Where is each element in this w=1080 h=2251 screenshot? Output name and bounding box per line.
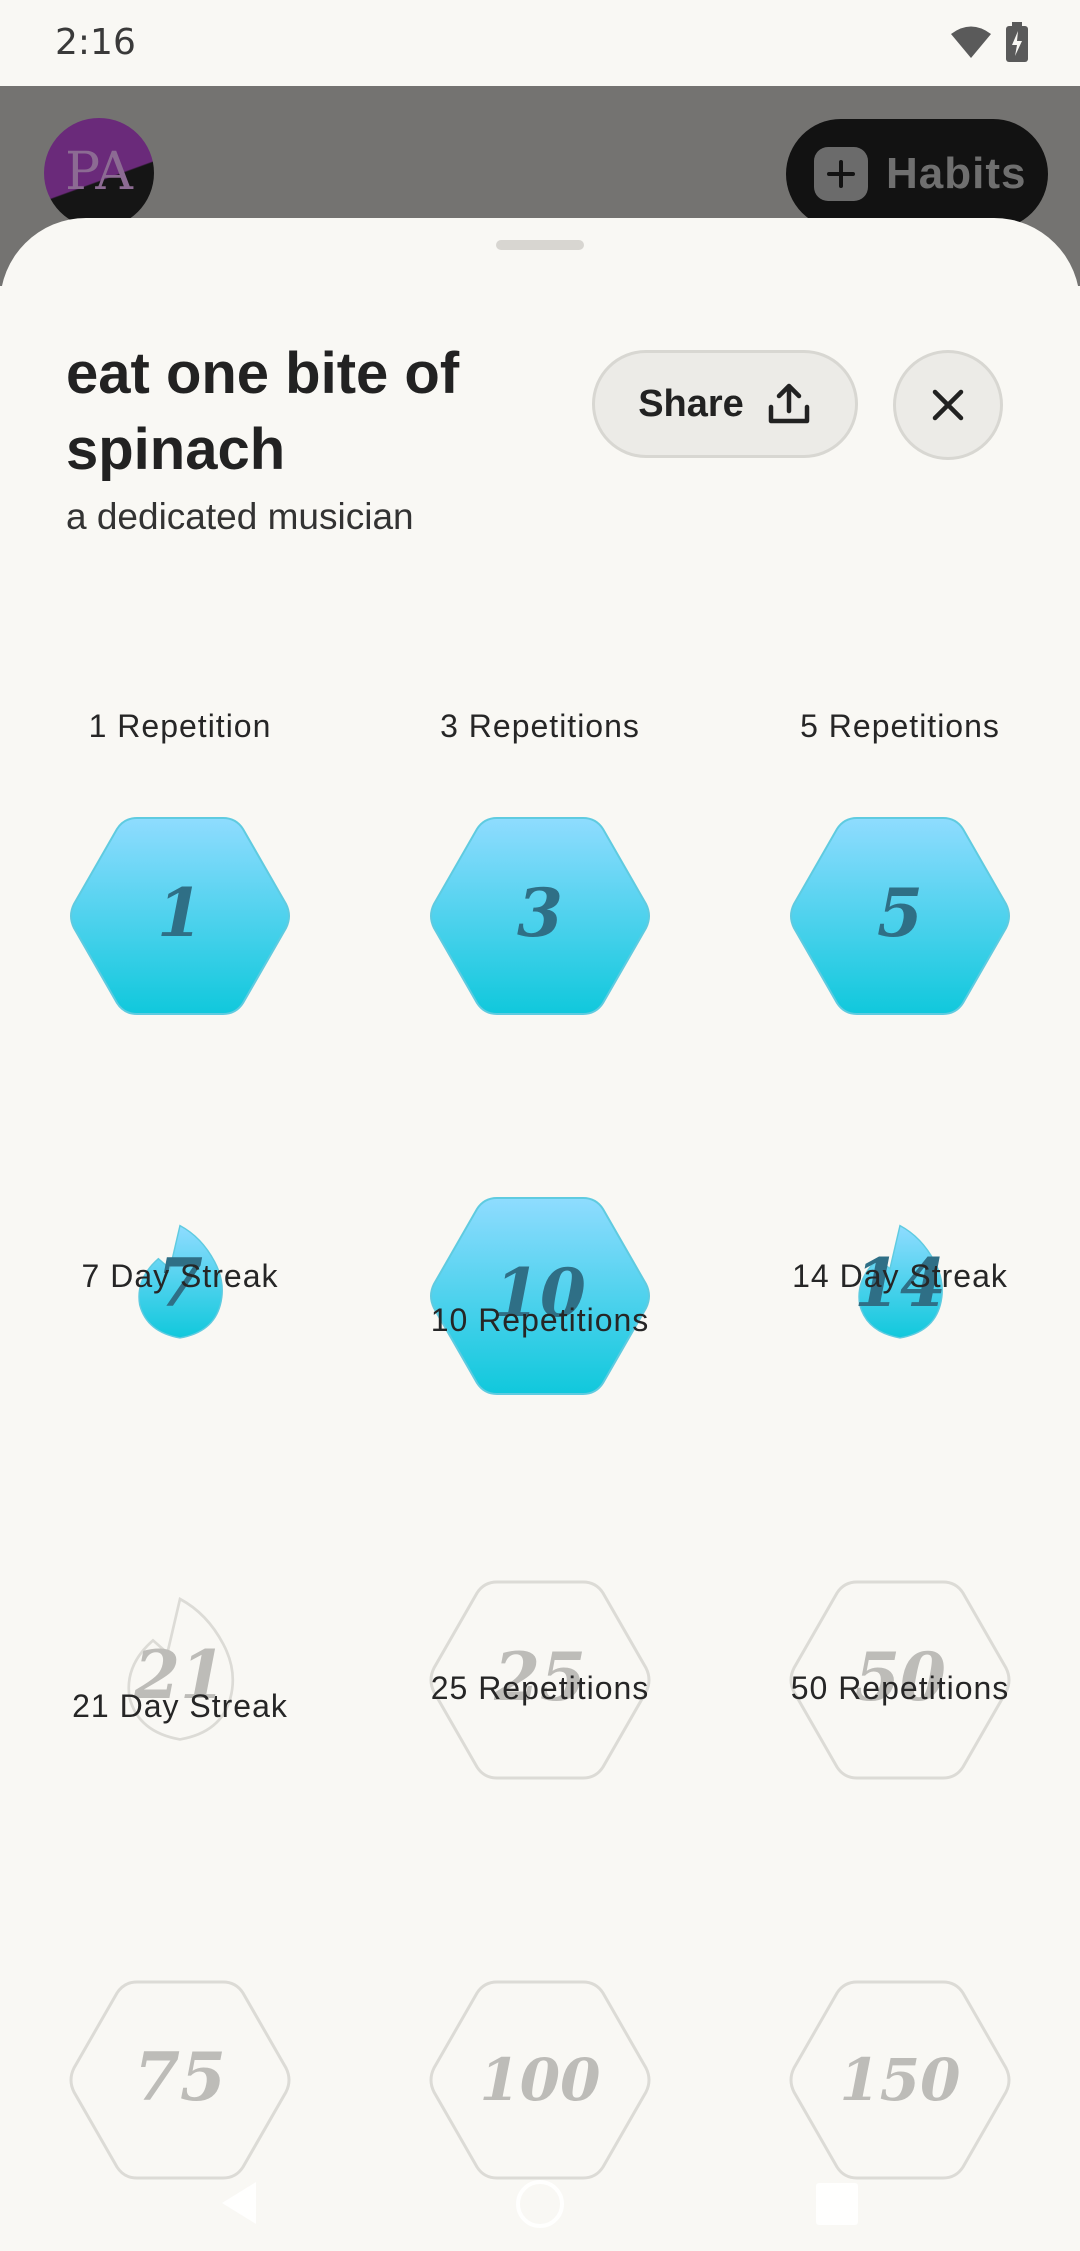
badge-14[interactable]: 14 14 Day Streak	[780, 1194, 1020, 1404]
recents-icon[interactable]	[816, 2183, 858, 2225]
badge-7[interactable]: 77 Day Streak	[60, 1194, 300, 1404]
badge-number: 3	[517, 874, 563, 952]
avatar-initials: PA	[65, 142, 133, 202]
flame-badge-icon: 21	[127, 1596, 235, 1741]
badge-number: 75	[134, 2038, 226, 2116]
plus-icon	[814, 147, 868, 201]
status-icons	[950, 22, 1028, 62]
badge-number: 150	[839, 2046, 960, 2114]
badge-1[interactable]: 1 1 Repetition	[60, 708, 300, 1024]
badge-label: 50 Repetitions	[790, 1670, 1010, 1706]
hexagon-badge-icon: 100	[429, 1980, 651, 2180]
hexagon-badge-icon: 75	[69, 1980, 291, 2180]
close-icon	[932, 389, 964, 421]
badge-100[interactable]: 100	[420, 1978, 660, 2188]
habit-subtitle: a dedicated musician	[66, 496, 414, 537]
badge-label: 3 Repetitions	[440, 708, 640, 744]
habits-button-label: Habits	[886, 149, 1027, 198]
habits-button[interactable]: Habits	[786, 119, 1048, 229]
badge-10[interactable]: 10 10 Repetitions	[420, 1194, 660, 1404]
share-button[interactable]: Share	[592, 350, 858, 458]
badge-21[interactable]: 21 21 Day Streak	[60, 1578, 300, 1788]
home-icon[interactable]	[516, 2180, 564, 2228]
badge-label: 25 Repetitions	[430, 1670, 650, 1706]
share-button-label: Share	[638, 382, 744, 425]
badge-25[interactable]: 25 25 Repetitions	[420, 1578, 660, 1788]
habit-detail-sheet: eat one bite of spinach a dedicated musi…	[0, 218, 1080, 2246]
navigation-bar	[0, 2170, 1080, 2246]
badge-label: 1 Repetition	[88, 708, 272, 744]
badge-150[interactable]: 150	[780, 1978, 1020, 2188]
badge-3[interactable]: 3 3 Repetitions	[420, 708, 660, 1024]
hexagon-badge-icon: 1	[70, 817, 290, 1015]
share-icon	[768, 383, 810, 424]
badge-5[interactable]: 5 5 Repetitions	[780, 708, 1020, 1024]
badge-label: 10 Repetitions	[430, 1302, 650, 1338]
badge-label: 7 Day Streak	[81, 1258, 279, 1294]
badge-50[interactable]: 50 50 Repetitions	[780, 1578, 1020, 1788]
badge-label: 14 Day Streak	[792, 1258, 1008, 1294]
status-time: 2:16	[55, 22, 136, 63]
close-button[interactable]	[893, 350, 1003, 460]
flame-badge-icon: 7	[138, 1224, 223, 1339]
badge-number: 100	[479, 2046, 600, 2114]
hexagon-badge-icon: 10	[430, 1197, 650, 1395]
wifi-icon	[951, 26, 991, 58]
flame-badge-icon: 14	[854, 1224, 946, 1339]
habit-title: eat one bite of spinach	[66, 341, 460, 482]
back-icon[interactable]	[222, 2182, 256, 2224]
hexagon-badge-icon: 3	[430, 817, 650, 1015]
avatar[interactable]: PA	[44, 118, 154, 228]
badge-label: 21 Day Streak	[72, 1688, 288, 1724]
badge-75[interactable]: 75	[60, 1978, 300, 2188]
drag-handle[interactable]	[496, 240, 584, 250]
badge-label: 5 Repetitions	[800, 708, 1000, 744]
hexagon-badge-icon: 150	[789, 1980, 1011, 2180]
battery-icon	[1006, 22, 1028, 62]
hexagon-badge-icon: 5	[790, 817, 1010, 1015]
status-bar: 2:16	[0, 0, 1080, 86]
badge-number: 1	[157, 874, 203, 952]
badge-number: 5	[877, 874, 923, 952]
